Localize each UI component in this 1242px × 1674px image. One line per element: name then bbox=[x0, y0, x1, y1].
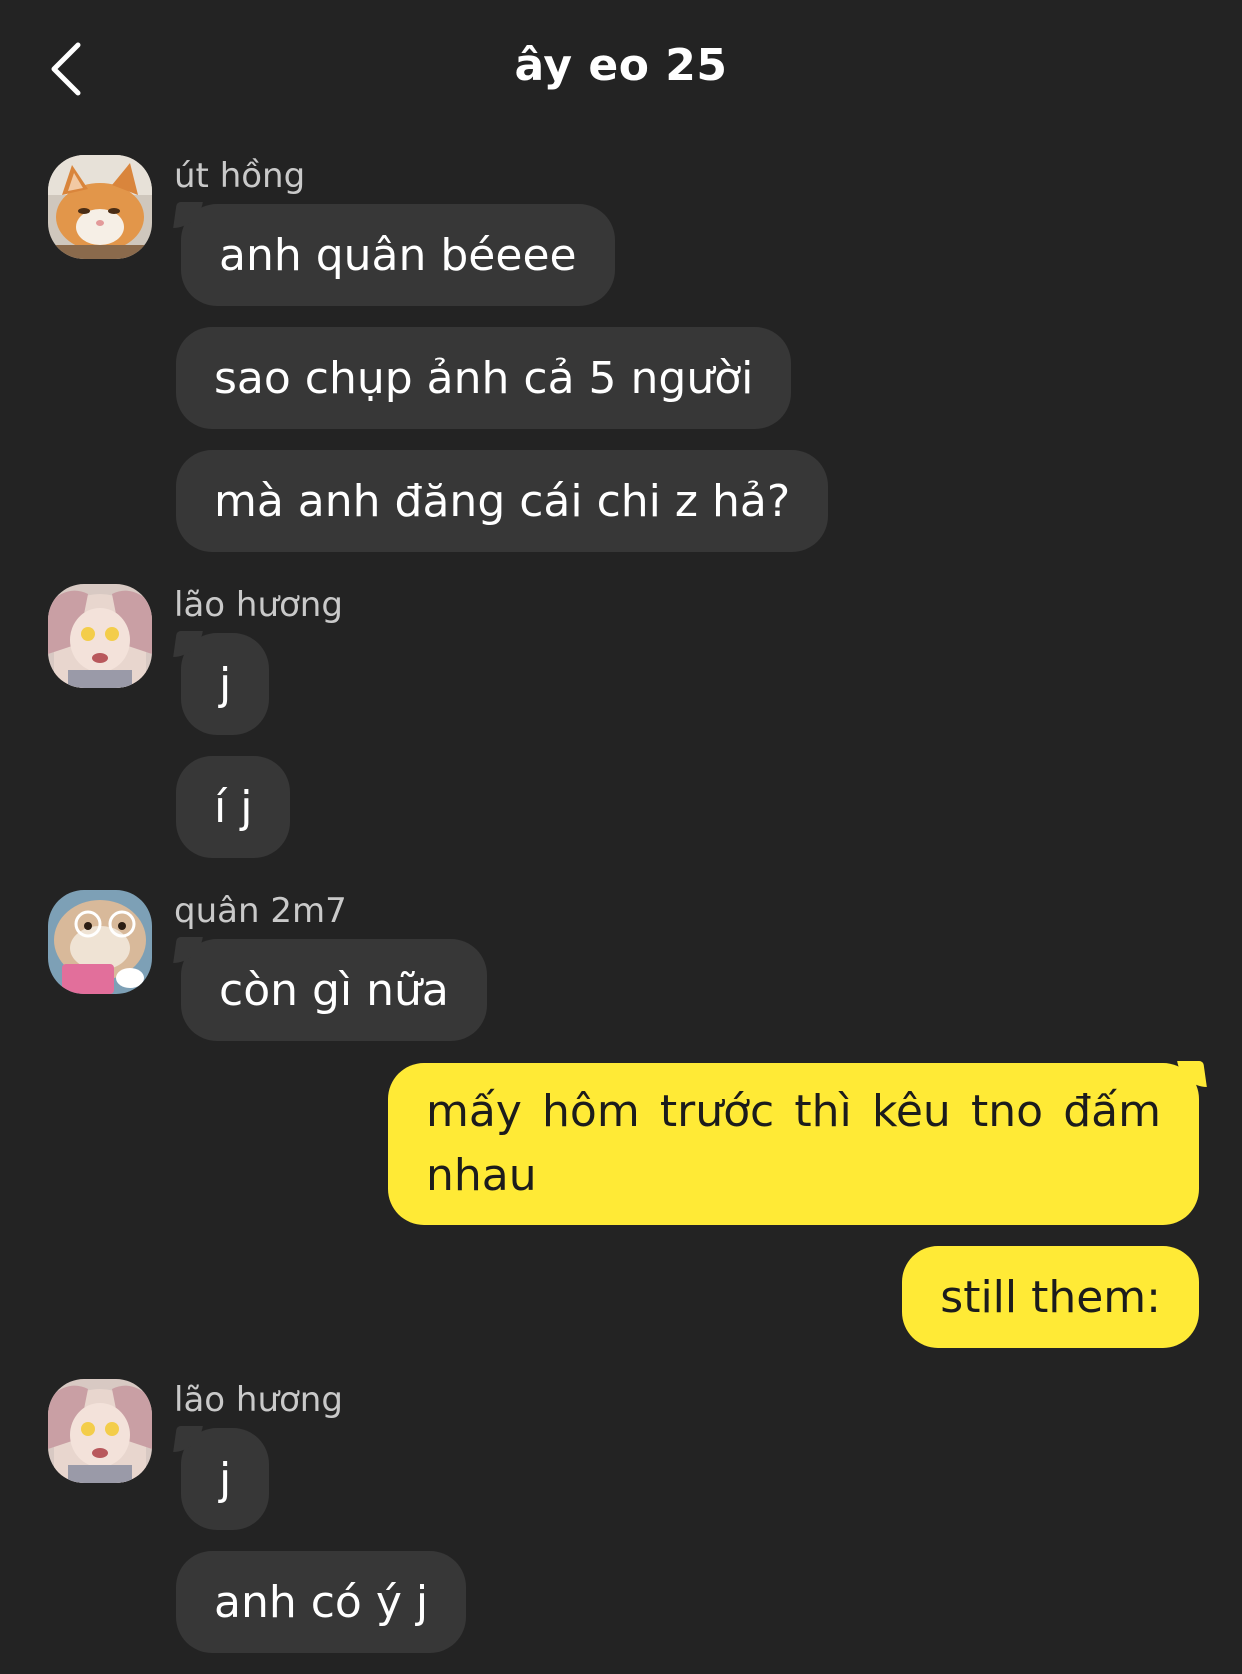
message-bubble[interactable]: j bbox=[181, 1428, 270, 1530]
sender-name: út hồng bbox=[174, 156, 306, 196]
outgoing-message-bubble[interactable]: still them: bbox=[902, 1246, 1199, 1348]
message-bubble[interactable]: anh có ý j bbox=[176, 1551, 467, 1653]
chat-header: ây eo 25 bbox=[0, 0, 1242, 140]
message-text: j bbox=[219, 1453, 232, 1505]
message-text: sao chụp ảnh cả 5 người bbox=[214, 352, 754, 404]
chat-title: ây eo 25 bbox=[514, 40, 728, 91]
message-text: còn gì nữa bbox=[219, 964, 449, 1016]
message-text: j bbox=[219, 658, 232, 710]
message-text: still them: bbox=[940, 1271, 1161, 1323]
message-text: anh quân béeee bbox=[219, 229, 577, 281]
orange-cat-avatar[interactable] bbox=[48, 155, 152, 259]
message-bubble[interactable]: còn gì nữa bbox=[181, 939, 487, 1041]
message-text: anh có ý j bbox=[214, 1576, 429, 1628]
message-text: í j bbox=[214, 781, 253, 833]
sender-name: lão hương bbox=[174, 1380, 343, 1420]
outgoing-message-bubble[interactable]: mấy hôm trước thì kêu tno đấm nhau bbox=[388, 1063, 1199, 1225]
message-text: mà anh đăng cái chi z hả? bbox=[214, 475, 791, 527]
sender-name: lão hương bbox=[174, 585, 343, 625]
chat-screen: ây eo 25 út hồng anh quân béeee sao chụp… bbox=[0, 0, 1242, 1674]
message-text: mấy hôm trước thì kêu tno đấm nhau bbox=[426, 1086, 1161, 1201]
hamster-glasses-avatar[interactable] bbox=[48, 890, 152, 994]
message-bubble[interactable]: sao chụp ảnh cả 5 người bbox=[176, 327, 792, 429]
message-bubble[interactable]: í j bbox=[176, 756, 291, 858]
anime-girl-avatar[interactable] bbox=[48, 1379, 152, 1483]
message-bubble[interactable]: mà anh đăng cái chi z hả? bbox=[176, 450, 829, 552]
sender-name: quân 2m7 bbox=[174, 891, 347, 931]
message-bubble[interactable]: j bbox=[181, 633, 270, 735]
message-bubble[interactable]: anh quân béeee bbox=[181, 204, 615, 306]
anime-girl-avatar[interactable] bbox=[48, 584, 152, 688]
